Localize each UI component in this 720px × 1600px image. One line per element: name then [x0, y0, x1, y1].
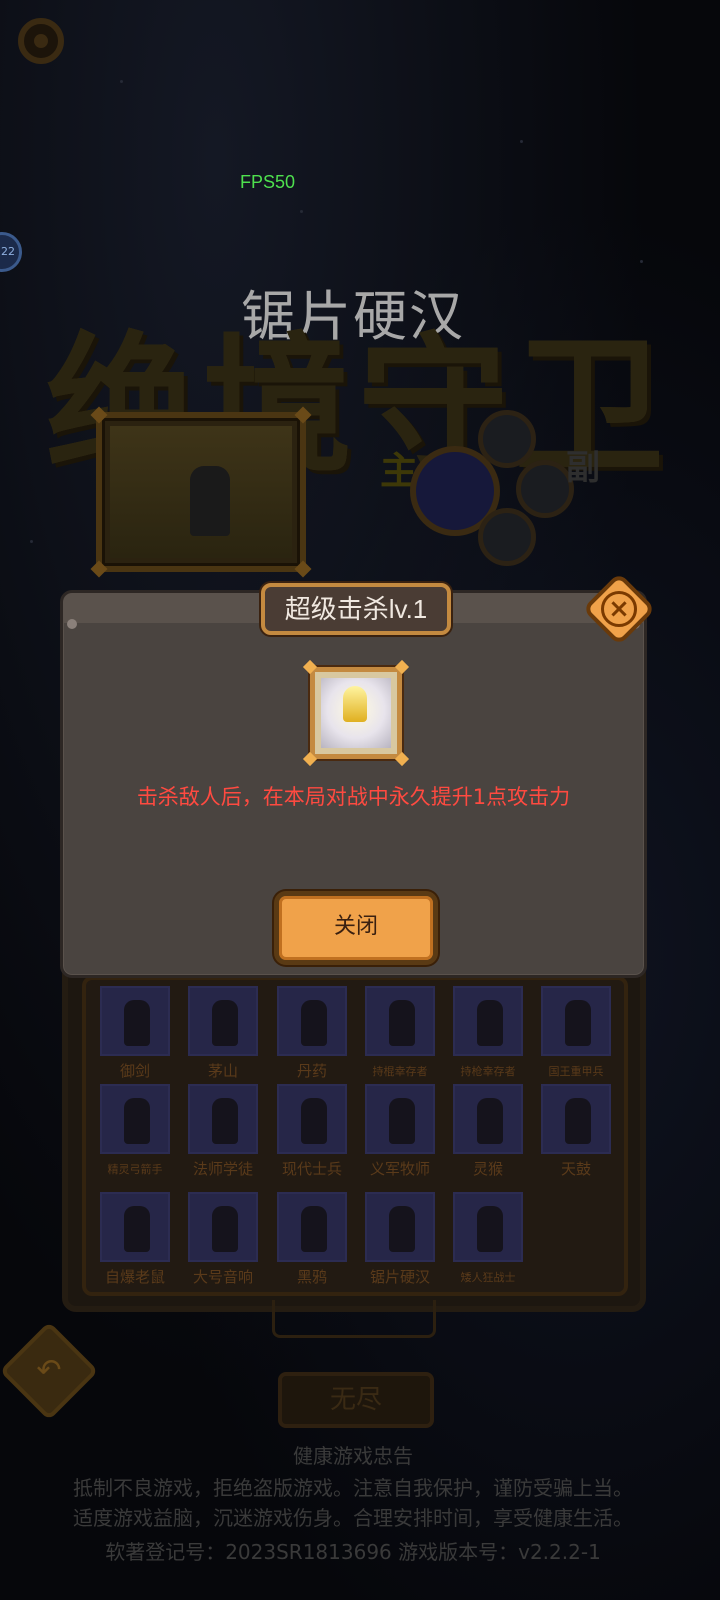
- sub-slot-label: 副: [566, 448, 600, 488]
- equipment-slots: 主 副: [380, 408, 610, 568]
- hero-card[interactable]: 自爆老鼠: [100, 1192, 170, 1287]
- skill-bell-icon: [302, 659, 410, 767]
- hero-roster-panel: 御剑 茅山 丹药 持棍幸存者 持枪幸存者 国王重甲兵 精灵弓箭手 法师学徒 现代…: [62, 960, 646, 1312]
- hero-card[interactable]: 天鼓: [541, 1084, 611, 1179]
- hero-card[interactable]: 锯片硬汉: [365, 1192, 435, 1287]
- hero-card[interactable]: 法师学徒: [188, 1084, 258, 1179]
- skill-info-dialog: 超级击杀lv.1 × 击杀敌人后，在本局对战中永久提升1点攻击力 关闭: [60, 572, 656, 978]
- fps-counter: FPS50: [240, 172, 296, 192]
- hero-card[interactable]: 丹药: [277, 986, 347, 1081]
- hero-card[interactable]: 御剑: [100, 986, 170, 1081]
- health-advice-line: 抵制不良游戏，拒绝盗版游戏。注意自我保护，谨防受骗上当。: [73, 1476, 633, 1500]
- close-button-label: 关闭: [333, 914, 378, 939]
- star-decoration: [520, 140, 523, 143]
- hero-card[interactable]: 国王重甲兵: [541, 986, 611, 1079]
- star-decoration: [300, 210, 303, 213]
- hero-card[interactable]: 持枪幸存者: [453, 986, 523, 1079]
- hero-card[interactable]: 大号音响: [188, 1192, 258, 1287]
- skill-description: 击杀敌人后，在本局对战中永久提升1点攻击力: [136, 785, 571, 809]
- settings-gear-icon[interactable]: [18, 18, 64, 64]
- health-advice-line: 适度游戏益脑，沉迷游戏伤身。合理安排时间，享受健康生活。: [73, 1506, 633, 1530]
- sub-weapon-slot[interactable]: [478, 508, 536, 566]
- hero-portrait: [90, 406, 312, 578]
- hero-card[interactable]: 黑鸦: [277, 1192, 347, 1287]
- dialog-title: 超级击杀lv.1: [261, 583, 451, 635]
- hero-card[interactable]: 灵猴: [453, 1084, 523, 1179]
- rivet-decoration: [67, 619, 77, 629]
- hero-card[interactable]: 现代士兵: [277, 1084, 347, 1179]
- star-decoration: [640, 260, 643, 263]
- close-dialog-button[interactable]: 关闭: [274, 891, 438, 965]
- hero-card[interactable]: 义军牧师: [365, 1084, 435, 1179]
- hero-card[interactable]: 茅山: [188, 986, 258, 1081]
- confirm-button-shadow: [272, 1300, 436, 1338]
- close-icon: ×: [601, 591, 637, 627]
- hero-card[interactable]: 矮人狂战士: [453, 1192, 523, 1285]
- undo-arrow-icon: ↶: [36, 1353, 62, 1388]
- star-decoration: [120, 80, 123, 83]
- hero-card[interactable]: 精灵弓箭手: [100, 1084, 170, 1177]
- sub-weapon-slot[interactable]: [478, 410, 536, 468]
- copyright-version: 软著登记号：2023SR1813696 游戏版本号：v2.2.2-1: [105, 1540, 601, 1564]
- endless-mode-button[interactable]: 无尽: [278, 1372, 434, 1428]
- star-decoration: [30, 540, 33, 543]
- hero-card[interactable]: 持棍幸存者: [365, 986, 435, 1079]
- health-advice-title: 健康游戏忠告: [293, 1444, 413, 1468]
